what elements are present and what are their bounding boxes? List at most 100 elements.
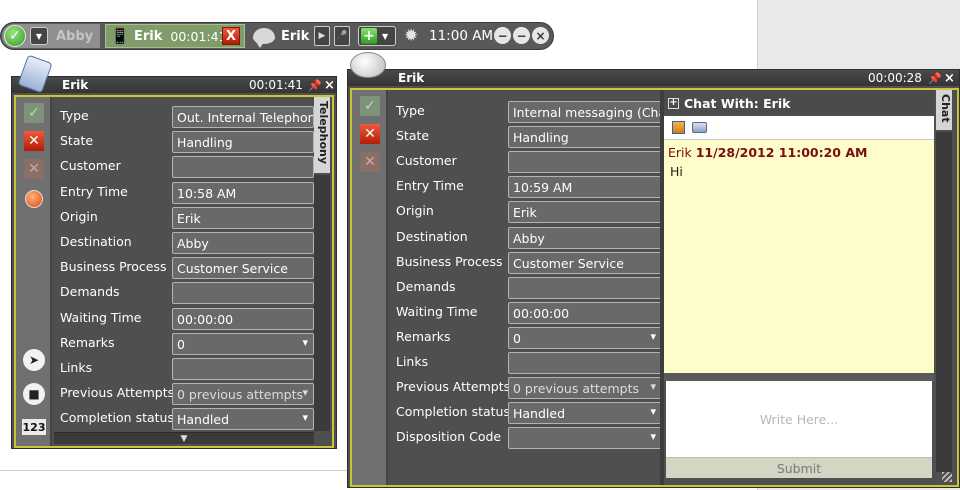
tab-chat[interactable]: Chat — [936, 90, 952, 130]
field-label: Waiting Time — [60, 309, 142, 325]
end-call-button[interactable]: X — [222, 27, 240, 45]
chat-message-header: Erik 11/28/2012 11:00:20 AM — [668, 145, 867, 160]
field-value[interactable] — [508, 151, 662, 174]
transfer-icon[interactable]: ➤ — [23, 349, 45, 371]
agent-name: Abby — [56, 28, 94, 44]
status-dropdown-button[interactable]: ▼ — [30, 27, 48, 45]
field-row: Links — [60, 357, 314, 381]
field-value[interactable]: 0 previous attempts — [508, 377, 662, 400]
submit-button[interactable]: Submit — [666, 457, 932, 478]
pin-icon[interactable]: 📌 — [928, 72, 942, 85]
field-row: Completion status Handled — [396, 401, 662, 425]
field-value[interactable]: Handled — [508, 402, 662, 425]
gear-icon[interactable]: ✹ — [404, 26, 418, 46]
field-value[interactable]: Abby — [172, 232, 314, 254]
telephony-scrollbar[interactable] — [314, 175, 330, 431]
field-value[interactable] — [508, 427, 662, 450]
field-value[interactable]: Internal messaging (Chat) — [508, 101, 662, 123]
new-interaction-button[interactable]: + ▼ — [358, 26, 396, 46]
field-value[interactable] — [508, 276, 662, 299]
chat-action-column: ✓ ✕ ✕ — [352, 90, 388, 485]
microphone-icon[interactable]: 🎤 — [334, 26, 350, 46]
chat-transcript: Erik 11/28/2012 11:00:20 AM Hi — [664, 140, 934, 373]
field-label: Business Process — [396, 253, 503, 269]
dialpad-icon[interactable]: 123 — [22, 419, 46, 435]
telephony-scroll-down[interactable]: ▼ — [54, 432, 314, 444]
field-label: Customer — [396, 153, 457, 169]
field-row: Customer — [396, 150, 662, 174]
field-row: Completion status Handled — [60, 407, 314, 431]
field-label: Business Process — [60, 259, 167, 275]
restore-button[interactable]: − — [513, 27, 530, 44]
chat-form: Type Internal messaging (Chat) State Handli… — [396, 92, 662, 452]
accept-icon[interactable]: ✓ — [24, 103, 44, 123]
field-value[interactable]: Customer Service — [172, 257, 314, 280]
field-value[interactable]: 0 — [508, 326, 662, 349]
telephony-panel-header[interactable]: Erik 00:01:41 📌 × — [12, 77, 336, 93]
telephony-panel: Erik 00:01:41 📌 × ✓ ✕ ✕ ➤ ■ 123 Type Out.… — [11, 76, 337, 449]
telephony-panel-body: ✓ ✕ ✕ ➤ ■ 123 Type Out. Internal Telephon… — [14, 95, 334, 448]
message-sender: Erik — [668, 145, 692, 160]
chat-splitter[interactable] — [664, 373, 934, 381]
field-label: Destination — [60, 234, 132, 249]
field-value[interactable] — [172, 156, 314, 179]
field-value[interactable]: Out. Internal Telephony — [172, 106, 314, 128]
field-value[interactable] — [172, 282, 314, 305]
field-value[interactable] — [172, 358, 314, 380]
print-icon[interactable] — [692, 122, 707, 133]
chat-session-tab[interactable]: Erik — [251, 24, 313, 48]
clock: 11:00 AM — [429, 28, 494, 44]
field-value[interactable]: 00:00:00 — [172, 307, 314, 330]
stop-icon[interactable]: ■ — [23, 383, 45, 405]
field-value[interactable]: Handling — [172, 131, 314, 154]
panel-title: Erik — [398, 71, 425, 85]
field-row: Entry Time 10:59 AM — [396, 175, 662, 199]
chat-toolbar — [664, 116, 934, 140]
field-value[interactable]: 0 — [172, 332, 314, 355]
field-value[interactable]: 10:59 AM — [508, 176, 662, 199]
field-value[interactable]: Abby — [508, 226, 662, 249]
message-timestamp: 11/28/2012 11:00:20 AM — [695, 145, 868, 160]
close-button[interactable]: × — [532, 27, 549, 44]
expand-icon[interactable]: + — [668, 97, 679, 109]
field-value[interactable]: Erik — [172, 206, 314, 229]
field-value[interactable]: Handling — [508, 126, 662, 149]
telephony-form: Type Out. Internal Telephony State Handling… — [60, 97, 314, 437]
field-value[interactable]: Customer Service — [508, 251, 662, 274]
window-controls: − − × — [494, 27, 549, 44]
plus-icon: + — [361, 28, 377, 44]
end-chat-icon[interactable]: ✕ — [360, 124, 380, 144]
chat-panel-header[interactable]: Erik 00:00:28 📌 × — [348, 70, 959, 86]
panel-timer: 00:00:28 — [868, 71, 922, 85]
field-label: Type — [396, 103, 425, 118]
close-icon[interactable]: × — [324, 78, 335, 93]
reject-icon: ✕ — [360, 152, 380, 172]
field-label: Type — [60, 108, 89, 123]
save-transcript-icon[interactable] — [672, 121, 685, 134]
field-value[interactable]: 10:58 AM — [172, 181, 314, 204]
session-contact-name: Erik — [281, 28, 310, 44]
minimize-button[interactable]: − — [494, 27, 511, 44]
pin-icon[interactable]: 📌 — [308, 79, 322, 92]
record-icon[interactable] — [25, 190, 43, 208]
tab-telephony[interactable]: Telephony — [314, 97, 330, 173]
chat-message-input[interactable]: Write Here... — [666, 381, 932, 457]
field-label: Customer — [60, 158, 121, 174]
chat-with-header[interactable]: + Chat With: Erik — [664, 90, 934, 116]
scroll-right-button[interactable]: ▶ — [314, 26, 330, 46]
field-row: Business Process Customer Service — [60, 256, 314, 280]
resize-grip-icon[interactable] — [942, 472, 952, 482]
hangup-icon[interactable]: ✕ — [24, 131, 44, 151]
field-value[interactable]: 00:00:00 — [508, 301, 662, 324]
field-value[interactable]: Handled — [172, 408, 314, 431]
available-status-icon[interactable]: ✓ — [4, 25, 26, 47]
background-footer — [0, 470, 350, 490]
chat-scrollbar[interactable] — [936, 132, 952, 472]
field-row: Origin Erik — [60, 206, 314, 230]
field-value[interactable]: 0 previous attempts — [172, 383, 314, 406]
field-value[interactable]: Erik — [508, 201, 662, 224]
chat-interaction-panel: Erik 00:00:28 📌 × ✓ ✕ ✕ Type Internal mes… — [347, 69, 960, 488]
close-icon[interactable]: × — [944, 71, 955, 86]
field-value[interactable] — [508, 352, 662, 374]
telephony-session-tab[interactable]: 📱 Erik 00:01:41 X — [105, 24, 245, 48]
